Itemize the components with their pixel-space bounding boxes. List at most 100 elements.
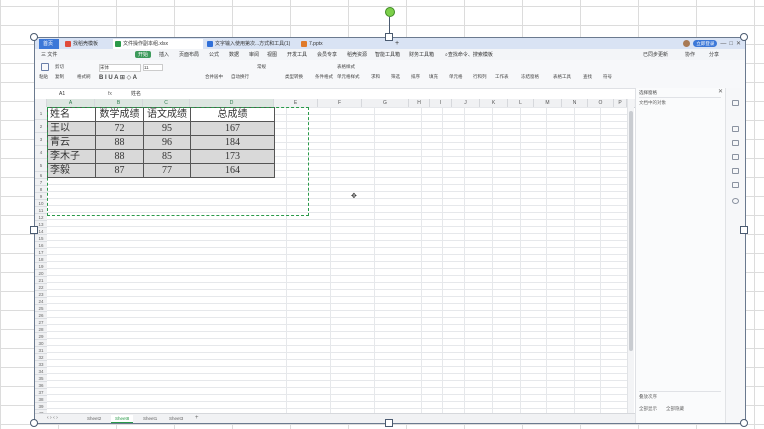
menu-insert[interactable]: 插入 (159, 51, 169, 58)
cell-total[interactable]: 184 (190, 135, 275, 150)
cut-button[interactable]: 剪切 (55, 64, 64, 70)
sheet-tab[interactable]: Sheet3 (165, 415, 187, 422)
menu-smart-tools[interactable]: 智能工具箱 (375, 51, 400, 58)
column-header-m[interactable]: M (534, 99, 562, 107)
menu-developer[interactable]: 开发工具 (287, 51, 307, 58)
new-tab-button[interactable]: + (393, 39, 403, 49)
cell-chinese[interactable]: 77 (143, 163, 191, 178)
cell-math[interactable]: 87 (95, 163, 144, 178)
column-header-i[interactable]: I (430, 99, 452, 107)
formula-input[interactable]: 姓名 (131, 90, 141, 98)
hide-all-button[interactable]: 全部隐藏 (666, 406, 684, 412)
image-icon[interactable] (732, 154, 739, 160)
conditional-format-button[interactable]: 条件格式 (315, 74, 333, 80)
tab-home[interactable]: 首页 (39, 39, 59, 49)
freeze-button[interactable]: 冻结窗格 (521, 74, 539, 80)
column-header-a[interactable]: A (47, 99, 95, 107)
resize-handle-bl[interactable] (30, 419, 38, 427)
row-header-27[interactable]: 27 (35, 319, 47, 326)
header-chinese[interactable]: 语文成绩 (143, 107, 191, 122)
cell-total[interactable]: 167 (190, 121, 275, 136)
fx-icon[interactable]: fx (108, 90, 112, 98)
row-header-8[interactable]: 8 (35, 186, 47, 193)
sort-button[interactable]: 排序 (411, 74, 420, 80)
column-header-k[interactable]: K (480, 99, 508, 107)
bold-button[interactable]: B I U A ⊞ ◇ A (99, 74, 137, 81)
row-header-25[interactable]: 25 (35, 305, 47, 312)
cell-button[interactable]: 单元格 (449, 74, 463, 80)
column-header-f[interactable]: F (318, 99, 362, 107)
row-header-3[interactable]: 3 (35, 133, 47, 146)
column-header-e[interactable]: E (274, 99, 318, 107)
cell-total[interactable]: 173 (190, 149, 275, 164)
row-header-5[interactable]: 5 (35, 159, 47, 172)
row-header-37[interactable]: 37 (35, 389, 47, 396)
cell-name[interactable]: 李毅 (47, 163, 96, 178)
name-box[interactable]: A1 (41, 90, 97, 98)
sheet-tab-active[interactable]: Sheet8 (111, 415, 134, 423)
select-icon[interactable] (732, 100, 739, 106)
add-sheet-button[interactable]: + (191, 415, 203, 422)
vertical-scrollbar[interactable] (627, 99, 634, 415)
number-format-select[interactable]: 常规 (257, 64, 266, 70)
find-button[interactable]: 查找 (583, 74, 592, 80)
tab-xlsx[interactable]: 文件操作副本组.xlsx (113, 39, 203, 49)
chart-icon[interactable] (732, 126, 739, 132)
row-header-18[interactable]: 18 (35, 256, 47, 263)
row-header-21[interactable]: 21 (35, 277, 47, 284)
row-header-30[interactable]: 30 (35, 340, 47, 347)
column-header-l[interactable]: L (508, 99, 534, 107)
comment-icon[interactable] (732, 140, 739, 146)
merge-button[interactable]: 合并居中 (205, 74, 223, 80)
row-header-32[interactable]: 32 (35, 354, 47, 361)
cell-chinese[interactable]: 95 (143, 121, 191, 136)
row-header-39[interactable]: 39 (35, 403, 47, 410)
row-header-7[interactable]: 7 (35, 179, 47, 186)
location-icon[interactable] (732, 168, 739, 174)
resize-handle-top[interactable] (385, 33, 393, 41)
row-header-34[interactable]: 34 (35, 368, 47, 375)
header-total[interactable]: 总成绩 (190, 107, 275, 122)
minimize-button[interactable]: — (720, 41, 726, 47)
row-header-22[interactable]: 22 (35, 284, 47, 291)
login-button[interactable]: 立即登录 (693, 40, 718, 47)
row-header-17[interactable]: 17 (35, 249, 47, 256)
row-header-26[interactable]: 26 (35, 312, 47, 319)
row-header-35[interactable]: 35 (35, 375, 47, 382)
sheet-tab[interactable]: Sheet2 (83, 415, 105, 422)
header-math[interactable]: 数学成绩 (95, 107, 144, 122)
column-header-g[interactable]: G (362, 99, 409, 107)
row-header-36[interactable]: 36 (35, 382, 47, 389)
pane-close-icon[interactable]: ✕ (718, 88, 723, 95)
filter-button[interactable]: 筛选 (391, 74, 400, 80)
tab-pptx[interactable]: 7.pptx (299, 39, 379, 49)
cell-name[interactable]: 王以 (47, 121, 96, 136)
copy-button[interactable]: 复制 (55, 74, 64, 80)
rotate-handle[interactable] (385, 7, 395, 17)
column-header-c[interactable]: C (143, 99, 190, 107)
row-header-20[interactable]: 20 (35, 270, 47, 277)
table-style-button[interactable]: 表格样式 (337, 64, 355, 70)
cell-chinese[interactable]: 96 (143, 135, 191, 150)
font-size-select[interactable]: 11 (143, 64, 163, 71)
menu-formula[interactable]: 公式 (209, 51, 219, 58)
resize-handle-tl[interactable] (30, 33, 38, 41)
menu-start[interactable]: 开始 (135, 51, 152, 58)
menu-member[interactable]: 会员专享 (317, 51, 337, 58)
cell-name[interactable]: 李木子 (47, 149, 96, 164)
row-header-19[interactable]: 19 (35, 263, 47, 270)
menu-page-layout[interactable]: 页面布局 (179, 51, 199, 58)
column-header-j[interactable]: J (452, 99, 480, 107)
menu-finance-tools[interactable]: 财务工具箱 (409, 51, 434, 58)
column-header-d[interactable]: D (190, 99, 274, 107)
cell-math[interactable]: 88 (95, 135, 144, 150)
row-header-28[interactable]: 28 (35, 326, 47, 333)
row-header-2[interactable]: 2 (35, 120, 47, 133)
fill-button[interactable]: 填充 (429, 74, 438, 80)
column-header-o[interactable]: O (588, 99, 614, 107)
column-header-b[interactable]: B (95, 99, 143, 107)
row-header-23[interactable]: 23 (35, 291, 47, 298)
tab-template[interactable]: 找稻壳模板 (63, 39, 109, 49)
column-header-p[interactable]: P (614, 99, 627, 107)
cell-name[interactable]: 青云 (47, 135, 96, 150)
